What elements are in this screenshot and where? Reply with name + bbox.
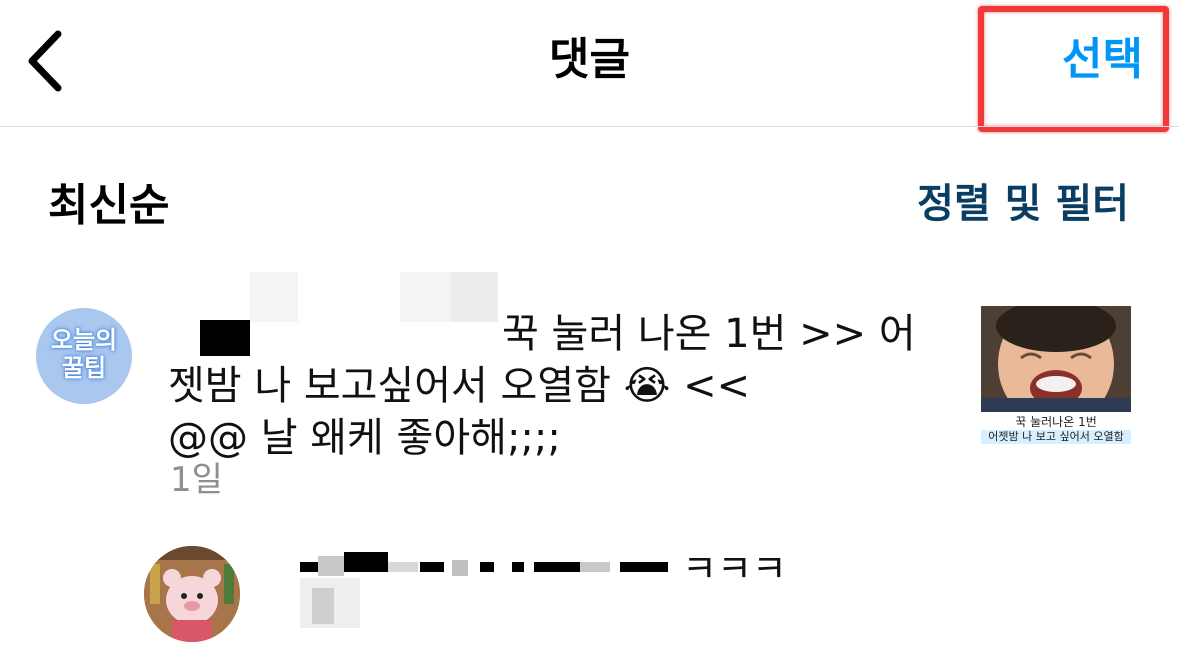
header-divider xyxy=(0,126,1179,127)
redaction xyxy=(312,588,334,624)
redaction xyxy=(512,562,524,572)
comment-line: 꾹 눌러 나온 1번 >> 어 xyxy=(168,308,928,360)
redaction xyxy=(420,562,444,572)
redaction xyxy=(580,562,610,572)
redaction xyxy=(534,562,580,572)
sort-filter-button[interactable]: 정렬 및 필터 xyxy=(917,176,1129,232)
redaction xyxy=(318,556,344,576)
comment-timestamp: 1일 xyxy=(170,460,223,500)
redaction xyxy=(480,562,494,572)
comment-line: 젯밤 나 보고싶어서 오열함 😭 << xyxy=(168,363,751,409)
sort-order-label: 최신순 xyxy=(48,180,170,231)
redaction xyxy=(452,560,468,576)
header-bar: 댓글 선택 xyxy=(0,0,1179,132)
redaction xyxy=(388,562,418,572)
avatar-logo-line2: 꿀팁 xyxy=(61,354,107,382)
avatar[interactable]: 오늘의 꿀팁 xyxy=(36,308,132,404)
comment-body: 꾹 눌러 나온 1번 >> 어 젯밤 나 보고싶어서 오열함 😭 << @@ 날… xyxy=(168,308,928,464)
avatar-image xyxy=(144,546,240,642)
avatar-logo: 오늘의 꿀팁 xyxy=(36,326,132,382)
avatar[interactable] xyxy=(144,546,240,642)
redaction xyxy=(620,562,668,572)
select-highlight-box xyxy=(978,6,1169,132)
avatar-logo-line1: 오늘의 xyxy=(50,326,118,354)
comment-line-text: 꾹 눌러 나온 1번 >> 어 xyxy=(502,311,916,357)
comment-line: @@ 날 왜케 좋아해;;;; xyxy=(168,415,561,461)
crying-child-photo xyxy=(981,306,1131,412)
redaction xyxy=(300,562,318,572)
redaction xyxy=(344,552,388,572)
comment-image-thumbnail[interactable]: 꾹 눌러나온 1번 어젯밤 나 보고 싶어서 오열함 xyxy=(981,306,1131,450)
thumbnail-caption: 꾹 눌러나온 1번 xyxy=(1015,415,1097,429)
thumbnail-caption: 어젯밤 나 보고 싶어서 오열함 xyxy=(981,430,1131,444)
reply-comment-text: ㅋㅋㅋ xyxy=(682,547,787,591)
comments-screen: 댓글 선택 최신순 정렬 및 필터 오늘의 꿀팁 꾹 눌러 나온 1번 >> 어… xyxy=(0,0,1179,672)
